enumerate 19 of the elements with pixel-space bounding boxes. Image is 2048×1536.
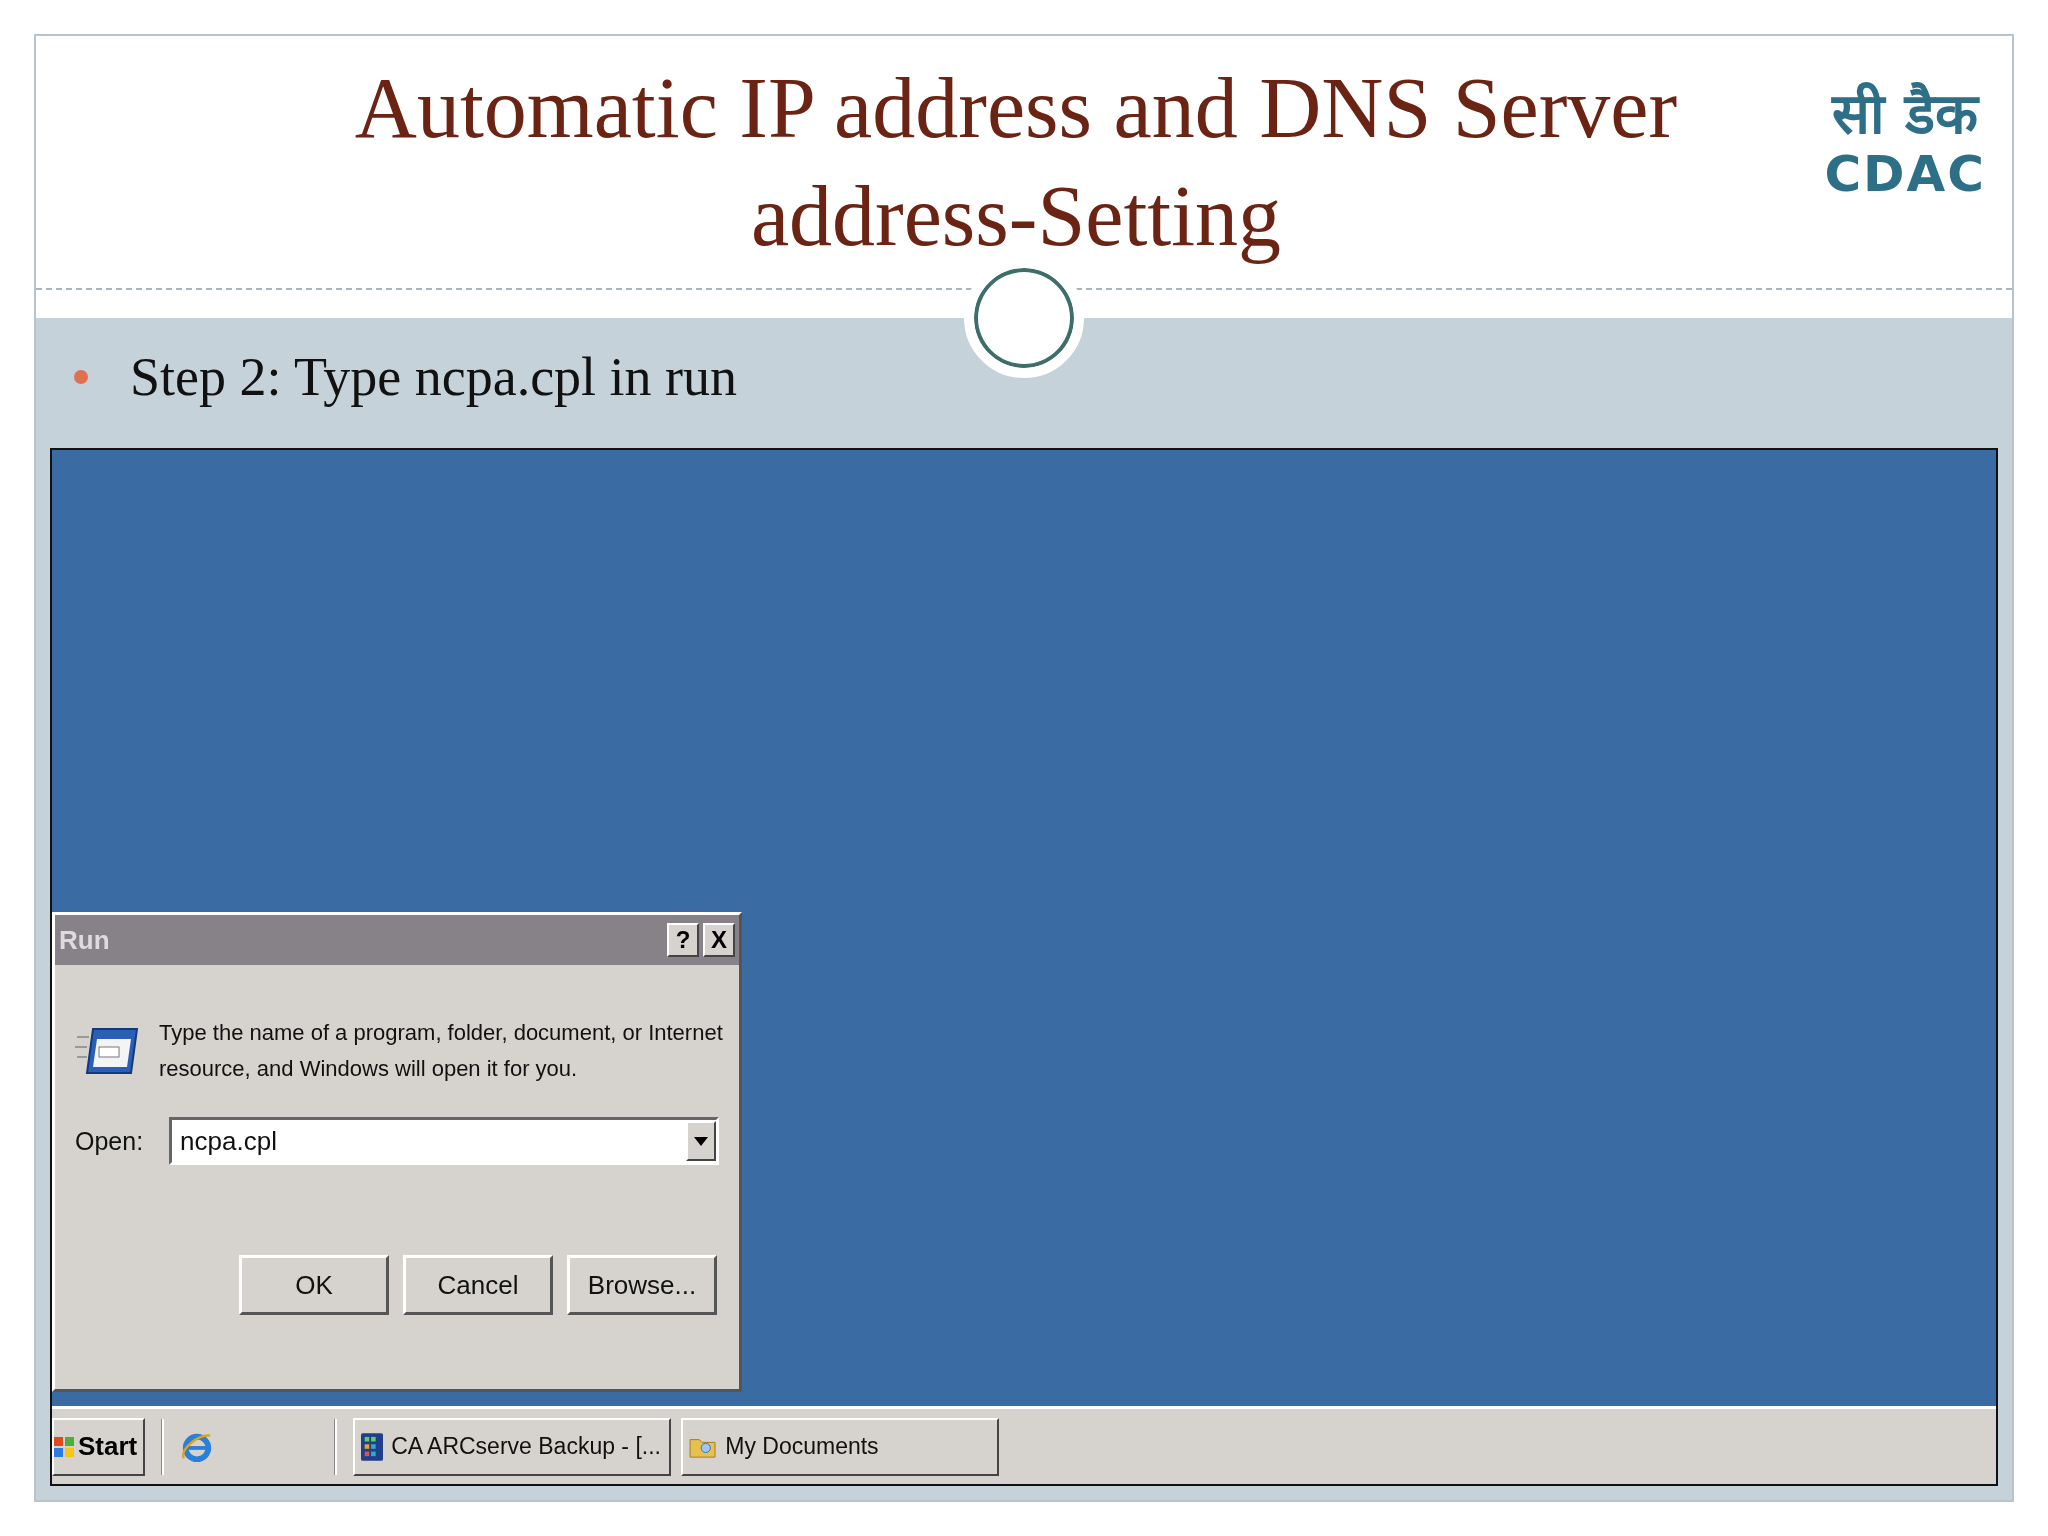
logo-hindi-text: सी डैक <box>1832 82 1978 146</box>
open-combo-box[interactable]: ncpa.cpl <box>169 1117 719 1165</box>
app-icon <box>361 1432 384 1461</box>
taskbar-button[interactable]: My Documents <box>681 1417 1000 1476</box>
dialog-button[interactable]: Browse... <box>567 1255 717 1315</box>
windows-flag-icon <box>54 1436 74 1457</box>
bullet-text: Step 2: Type ncpa.cpl in run <box>130 346 738 408</box>
open-label: Open: <box>75 1126 144 1156</box>
help-button[interactable]: ? <box>667 923 699 957</box>
dialog-button[interactable]: OK <box>239 1255 389 1315</box>
close-button[interactable]: X <box>703 923 735 957</box>
slide-title: Automatic IP address and DNS Server address-Setting <box>353 59 1679 266</box>
dialog-message: Type the name of a program, folder, document, or Internet resource, and Windows will open it for you. <box>159 1019 724 1083</box>
bullet-dot <box>74 370 88 384</box>
dialog-title: Run <box>59 924 110 956</box>
start-button[interactable]: Start <box>52 1417 146 1476</box>
taskbar-button[interactable]: CA ARCserve Backup - [... <box>353 1417 672 1476</box>
dialog-button[interactable]: Cancel <box>403 1255 553 1315</box>
logo-text: CDAC <box>1824 146 1986 202</box>
